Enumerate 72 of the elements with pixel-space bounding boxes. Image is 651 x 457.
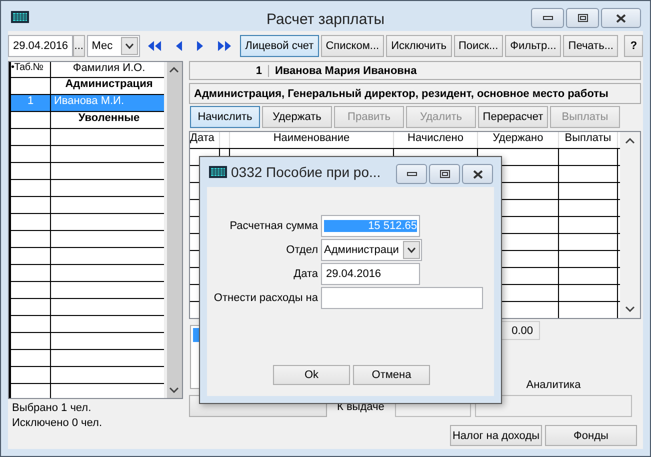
period-dropdown[interactable]: Мес <box>86 35 140 57</box>
group-name: Администрация <box>64 78 154 92</box>
table-cell: 1 <box>11 95 51 111</box>
toolbar-button[interactable]: Фильтр... <box>505 35 562 57</box>
close-button[interactable] <box>601 8 641 28</box>
footer-button[interactable]: Фонды <box>545 425 637 446</box>
field-value: 15 512.65 <box>324 220 417 232</box>
window-title: Расчет зарплаты <box>266 10 384 28</box>
minimize-icon <box>406 172 416 176</box>
close-icon <box>472 170 482 178</box>
scroll-up-icon[interactable] <box>625 138 635 144</box>
maximize-button[interactable] <box>566 8 599 28</box>
field-label: Отдел <box>286 244 318 256</box>
field-label: Дата <box>294 268 318 280</box>
toolbar-button[interactable]: Лицевой счет <box>240 35 319 57</box>
date-picker-button[interactable]: ... <box>73 35 85 57</box>
close-button[interactable] <box>462 164 493 184</box>
toolbar-button[interactable]: Печать... <box>563 35 618 57</box>
summary-text: Исключено 0 чел. <box>11 416 103 429</box>
scrollbar[interactable] <box>620 132 640 318</box>
employee-row[interactable]: Уволенные <box>11 112 164 129</box>
employee-name: Иванова Мария Ивановна <box>274 64 417 76</box>
scrollbar[interactable] <box>164 62 182 398</box>
action-button[interactable]: Начислить <box>190 106 260 128</box>
department-dropdown[interactable]: Администраци <box>321 239 422 261</box>
table-cell-text: Иванова М.И. <box>53 95 126 109</box>
scroll-down-icon[interactable] <box>168 387 178 393</box>
chevron-down-icon <box>403 241 420 259</box>
toolbar-button[interactable]: Поиск... <box>454 35 504 57</box>
field-label: Расчетная сумма <box>230 220 318 232</box>
input-field[interactable]: 29.04.2016 <box>321 263 420 285</box>
dialog-button[interactable]: Отмена <box>353 365 430 385</box>
action-button[interactable]: Перерасчет <box>478 106 548 128</box>
help-button[interactable]: ? <box>624 35 643 57</box>
column-header: Наименование <box>230 132 394 148</box>
restore-icon <box>578 14 588 22</box>
minimize-button[interactable] <box>531 8 564 28</box>
last-icon[interactable] <box>218 41 232 51</box>
scroll-up-icon[interactable] <box>168 67 178 73</box>
close-icon <box>616 14 626 22</box>
date-field[interactable]: 29.04.2016 <box>8 35 74 57</box>
summary-text: Выбрано 1 чел. <box>11 401 92 414</box>
keyboard-icon <box>11 11 29 23</box>
column-header: Дата <box>190 132 220 148</box>
column-header: Начислено <box>394 132 478 148</box>
input-field[interactable] <box>321 287 483 309</box>
minimize-button[interactable] <box>396 164 427 184</box>
employee-number: 1 <box>190 64 269 76</box>
next-icon[interactable] <box>197 41 204 51</box>
selection-highlight <box>193 328 199 342</box>
dialog-button[interactable]: Ok <box>273 365 350 385</box>
column-header: Удержано <box>478 132 559 148</box>
column-header: Фамилия И.О. <box>72 62 146 76</box>
column-header: •Таб.№ <box>11 62 51 77</box>
maximize-button[interactable] <box>429 164 460 184</box>
restore-icon <box>440 170 450 178</box>
analytics-label: Аналитика <box>525 378 582 393</box>
dialog-title: 0332 Пособие при ро... <box>231 164 381 180</box>
footer-button[interactable]: Налог на доходы <box>450 425 542 446</box>
toolbar-button[interactable]: Списком... <box>320 35 384 57</box>
action-button[interactable]: Удержать <box>262 106 332 128</box>
minimize-icon <box>542 16 552 20</box>
first-icon[interactable] <box>148 41 162 51</box>
keyboard-icon <box>209 166 227 178</box>
scroll-down-icon[interactable] <box>625 306 635 312</box>
group-name: Уволенные <box>77 112 141 126</box>
previous-icon[interactable] <box>176 41 184 51</box>
toolbar-button[interactable]: Исключить <box>386 35 452 57</box>
employee-details: Администрация, Генеральный директор, резидент, основное место работы <box>189 83 641 104</box>
chevron-down-icon <box>121 37 138 55</box>
field-label: Отнести расходы на <box>214 292 318 304</box>
column-header: Выплаты <box>559 132 618 148</box>
